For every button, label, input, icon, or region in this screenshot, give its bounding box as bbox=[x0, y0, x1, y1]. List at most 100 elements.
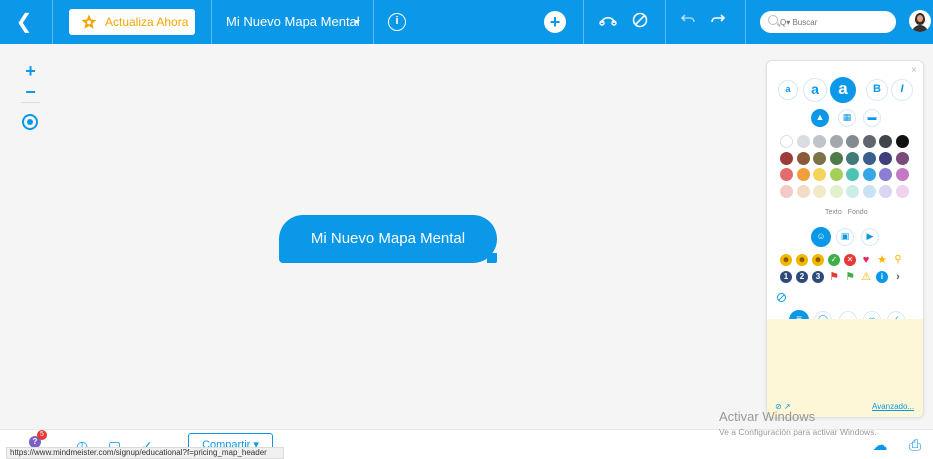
user-avatar[interactable] bbox=[909, 10, 931, 32]
text-color-tab-icon[interactable]: ▲ bbox=[811, 109, 829, 127]
toolbar-divider bbox=[52, 0, 53, 44]
undo-icon[interactable] bbox=[678, 12, 698, 32]
info-circle-icon[interactable]: i bbox=[876, 271, 888, 283]
redo-icon[interactable] bbox=[708, 12, 728, 32]
video-tab-icon[interactable]: ▶ bbox=[861, 228, 879, 246]
color-swatch[interactable] bbox=[879, 168, 892, 181]
green-flag-icon[interactable]: ⚑ bbox=[844, 271, 856, 283]
color-swatch[interactable] bbox=[829, 135, 843, 148]
color-swatch[interactable] bbox=[796, 168, 810, 181]
color-swatch[interactable] bbox=[829, 184, 843, 198]
color-swatch[interactable] bbox=[813, 135, 826, 148]
search-input[interactable] bbox=[780, 14, 888, 30]
no-style-icon[interactable] bbox=[630, 12, 650, 32]
shape-tab-icon[interactable]: ▬ bbox=[863, 109, 881, 127]
color-swatch[interactable] bbox=[829, 151, 843, 165]
smile-emoji-icon[interactable]: ☻ bbox=[780, 254, 792, 266]
note-editor[interactable]: ⊘ ↗ Avanzado... bbox=[767, 319, 923, 417]
color-swatch[interactable] bbox=[846, 135, 859, 148]
image-tab-icon[interactable]: ▣ bbox=[836, 228, 854, 246]
toolbar-divider bbox=[665, 0, 666, 44]
color-swatch[interactable] bbox=[862, 168, 876, 181]
color-swatch[interactable] bbox=[813, 168, 826, 181]
color-tab-text[interactable]: Texto bbox=[825, 209, 842, 216]
color-swatch[interactable] bbox=[895, 184, 909, 198]
windows-activation-subtitle: Ve a Configuración para activar Windows. bbox=[719, 427, 877, 437]
toolbar-divider bbox=[373, 0, 374, 44]
color-swatch[interactable] bbox=[846, 184, 859, 198]
search-field[interactable] bbox=[760, 11, 896, 33]
cross-icon[interactable]: ✕ bbox=[844, 254, 856, 266]
star-icon[interactable]: ★ bbox=[876, 254, 888, 266]
bold-button[interactable]: B bbox=[866, 79, 888, 101]
info-icon[interactable]: i bbox=[388, 13, 406, 31]
heart-icon[interactable]: ♥ bbox=[860, 254, 872, 266]
close-icon[interactable]: × bbox=[911, 65, 917, 76]
color-swatch[interactable] bbox=[780, 184, 793, 198]
top-toolbar: ❮ Actualiza Ahora Mi Nuevo Mapa Mental i… bbox=[0, 0, 933, 44]
font-large-button[interactable]: a bbox=[830, 77, 856, 103]
toolbar-divider bbox=[583, 0, 584, 44]
search-icon bbox=[768, 15, 778, 25]
remove-icon-icon[interactable] bbox=[777, 293, 786, 302]
sad-emoji-icon[interactable]: ☻ bbox=[812, 254, 824, 266]
color-swatch[interactable] bbox=[780, 135, 793, 148]
color-swatch[interactable] bbox=[796, 151, 810, 165]
advanced-link[interactable]: Avanzado... bbox=[872, 402, 914, 411]
color-swatch[interactable] bbox=[895, 168, 909, 181]
priority-2-icon[interactable]: 2 bbox=[796, 271, 808, 283]
upgrade-button[interactable]: Actualiza Ahora bbox=[69, 9, 195, 35]
star-icon bbox=[81, 14, 97, 29]
color-swatch[interactable] bbox=[780, 168, 793, 181]
warning-icon[interactable]: ⚠ bbox=[860, 271, 872, 283]
upgrade-label: Actualiza Ahora bbox=[105, 15, 189, 29]
center-map-icon[interactable] bbox=[22, 114, 38, 130]
color-swatch[interactable] bbox=[780, 151, 793, 165]
red-flag-icon[interactable]: ⚑ bbox=[828, 271, 840, 283]
emoji-tab-icon[interactable]: ☺ bbox=[811, 227, 831, 247]
zoom-in-button[interactable]: + bbox=[17, 60, 44, 82]
style-panel: × a a a B I ▲ ▦ ▬ Texto Fondo ☺ ▣ ▶ ☻ ☻ ☻… bbox=[766, 60, 924, 418]
status-bar-url: https://www.mindmeister.com/signup/educa… bbox=[6, 447, 284, 459]
zoom-divider bbox=[21, 102, 40, 103]
color-swatch[interactable] bbox=[846, 151, 859, 165]
color-swatch[interactable] bbox=[813, 151, 826, 165]
more-icons-chevron-icon[interactable]: › bbox=[892, 271, 904, 283]
font-small-button[interactable]: a bbox=[778, 80, 798, 100]
neutral-emoji-icon[interactable]: ☻ bbox=[796, 254, 808, 266]
color-swatch[interactable] bbox=[862, 151, 876, 165]
back-arrow-icon[interactable]: ❮ bbox=[12, 10, 36, 34]
color-swatch[interactable] bbox=[813, 184, 826, 198]
download-cloud-icon[interactable]: ☁ bbox=[871, 437, 889, 455]
color-swatch[interactable] bbox=[846, 168, 859, 181]
color-swatch[interactable] bbox=[862, 184, 876, 198]
add-topic-button[interactable]: + bbox=[544, 11, 566, 33]
color-swatch[interactable] bbox=[829, 168, 843, 181]
color-swatch[interactable] bbox=[796, 135, 810, 148]
topic-style-tab-icon[interactable]: ▦ bbox=[838, 109, 856, 127]
priority-3-icon[interactable]: 3 bbox=[812, 271, 824, 283]
color-swatch[interactable] bbox=[895, 151, 909, 165]
color-swatch[interactable] bbox=[895, 135, 909, 148]
check-icon[interactable]: ✓ bbox=[828, 254, 840, 266]
color-tab-background[interactable]: Fondo bbox=[848, 209, 868, 216]
notification-badge: 5 bbox=[37, 430, 47, 440]
zoom-out-button[interactable]: − bbox=[17, 81, 44, 103]
toolbar-divider bbox=[745, 0, 746, 44]
connect-icon[interactable] bbox=[598, 12, 618, 32]
toolbar-divider bbox=[211, 0, 212, 44]
map-title[interactable]: Mi Nuevo Mapa Mental bbox=[226, 14, 360, 29]
color-swatch[interactable] bbox=[796, 184, 810, 198]
color-swatch[interactable] bbox=[879, 135, 892, 148]
priority-1-icon[interactable]: 1 bbox=[780, 271, 792, 283]
root-topic-node[interactable]: Mi Nuevo Mapa Mental bbox=[279, 215, 497, 263]
color-swatch[interactable] bbox=[879, 184, 892, 198]
font-medium-button[interactable]: a bbox=[803, 78, 827, 102]
italic-button[interactable]: I bbox=[891, 79, 913, 101]
color-target-tabs: Texto Fondo bbox=[825, 209, 874, 216]
color-swatch[interactable] bbox=[862, 135, 876, 148]
print-icon[interactable]: ⎙ bbox=[906, 437, 924, 455]
map-title-caret-icon[interactable] bbox=[354, 20, 360, 24]
color-swatch[interactable] bbox=[879, 151, 892, 165]
trophy-icon[interactable]: ⚲ bbox=[892, 254, 904, 266]
